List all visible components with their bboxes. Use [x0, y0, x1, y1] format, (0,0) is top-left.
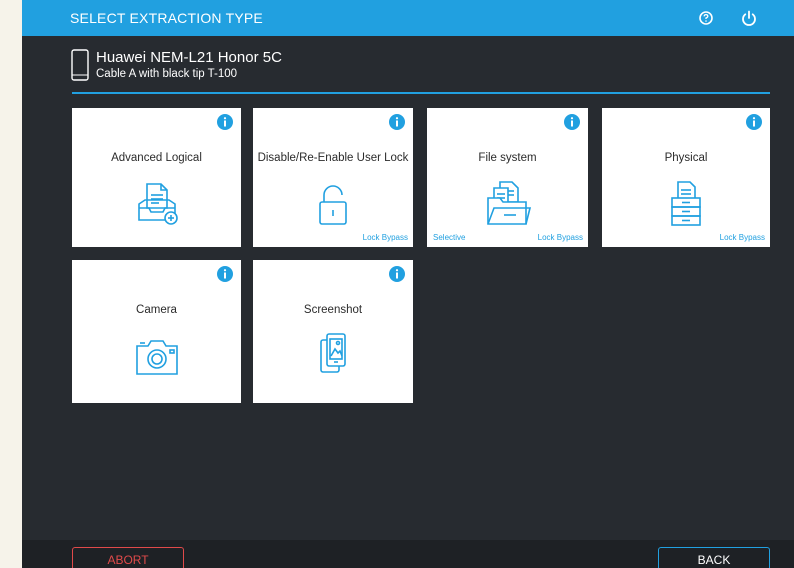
extraction-window: SELECT EXTRACTION TYPE Huawei NEM-L21 Ho… [22, 0, 794, 568]
tile-label: File system [478, 152, 537, 164]
padlock-icon [319, 185, 347, 225]
tile-label: Physical [664, 152, 708, 164]
header-divider [72, 92, 770, 94]
tile-label: Camera [136, 304, 177, 316]
tag-selective: Selective [433, 233, 466, 242]
info-icon[interactable] [389, 266, 405, 282]
tile-label: Screenshot [303, 304, 363, 316]
tag-lock-bypass: Lock Bypass [719, 233, 765, 242]
tile-physical[interactable]: Physical Lock Bypass [602, 108, 770, 247]
document-drawers-icon [671, 181, 701, 226]
info-icon[interactable] [746, 114, 762, 130]
info-icon[interactable] [217, 266, 233, 282]
tag-lock-bypass: Lock Bypass [537, 233, 583, 242]
page-title: SELECT EXTRACTION TYPE [70, 10, 263, 26]
help-icon[interactable] [694, 6, 718, 30]
info-icon[interactable] [564, 114, 580, 130]
power-icon[interactable] [737, 6, 761, 30]
tile-label: Disable/Re-Enable User Lock [257, 152, 409, 164]
tile-screenshot[interactable]: Screenshot [253, 260, 413, 403]
tile-advanced-logical[interactable]: Advanced Logical [72, 108, 241, 247]
camera-icon [135, 340, 178, 375]
back-button[interactable]: BACK [658, 547, 770, 568]
title-bar: SELECT EXTRACTION TYPE [22, 0, 794, 36]
tag-lock-bypass: Lock Bypass [362, 233, 408, 242]
tile-file-system[interactable]: File system Selective Lock Bypass [427, 108, 588, 247]
tile-camera[interactable]: Camera [72, 260, 241, 403]
document-tray-add-icon [137, 183, 178, 225]
device-name: Huawei NEM-L21 Honor 5C [96, 49, 282, 66]
tile-label: Advanced Logical [111, 152, 202, 164]
info-icon[interactable] [217, 114, 233, 130]
tile-user-lock[interactable]: Disable/Re-Enable User Lock Lock Bypass [253, 108, 413, 247]
abort-button[interactable]: ABORT [72, 547, 184, 568]
folder-documents-icon [486, 181, 531, 225]
device-cable: Cable A with black tip T-100 [96, 68, 238, 80]
info-icon[interactable] [389, 114, 405, 130]
smartphone-icon [71, 49, 89, 81]
screenshot-icon [320, 333, 346, 373]
